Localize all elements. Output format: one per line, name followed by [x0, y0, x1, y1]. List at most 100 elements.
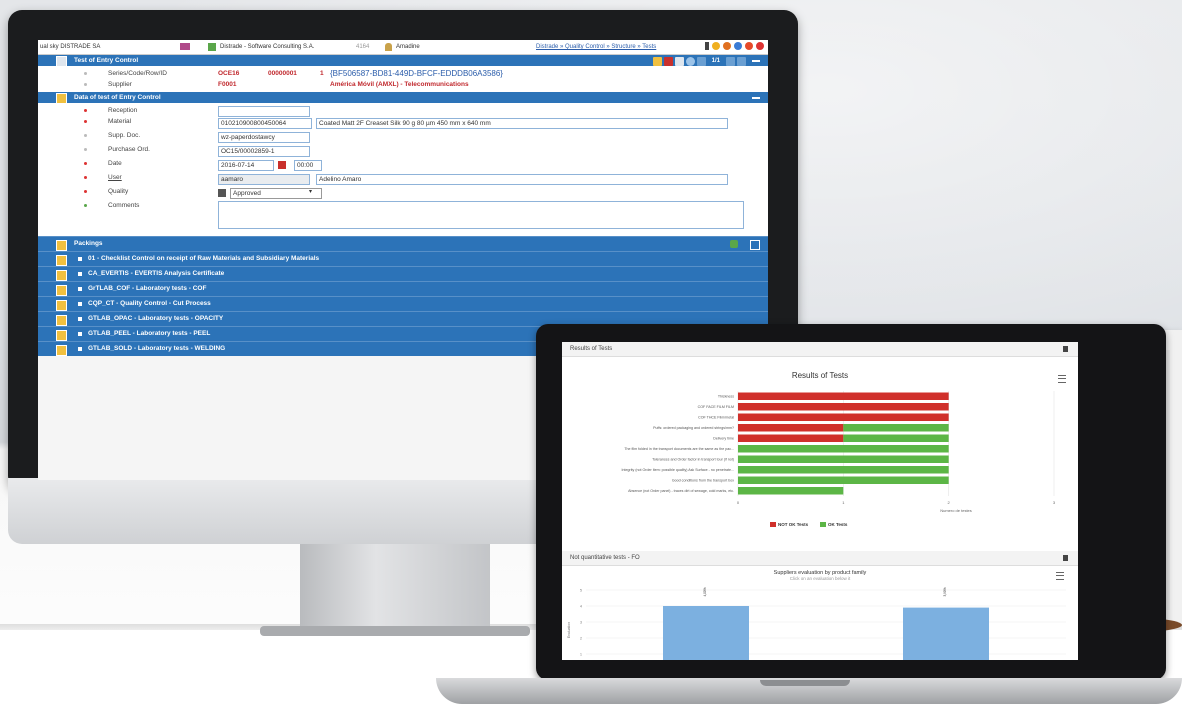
expand-icon[interactable] — [78, 257, 82, 261]
bar-data-label: 3,90% — [943, 587, 947, 596]
refresh-icon[interactable] — [685, 57, 695, 66]
comments-textarea[interactable] — [218, 201, 744, 229]
entry-control-header: Test of Entry Control 1/1 — [38, 55, 768, 67]
y-category-label: Integrity (not Order Item: possible qual… — [622, 468, 734, 472]
packing-item[interactable]: CQP_CT - Quality Control - Cut Process — [38, 296, 768, 311]
series-code: OCE16 — [218, 70, 240, 77]
mail-icon[interactable] — [180, 43, 190, 50]
user-name[interactable]: Amadine — [396, 40, 420, 54]
reception-label: Reception — [108, 107, 138, 114]
x-axis-title: Numero de testes — [940, 508, 972, 513]
expand-icon[interactable] — [78, 332, 82, 336]
legend-swatch-ok — [820, 522, 826, 527]
laptop-notch — [760, 680, 850, 686]
breadcrumb[interactable]: Distrade » Quality Control » Structure »… — [536, 40, 656, 54]
expand-icon[interactable] — [78, 287, 82, 291]
packing-item[interactable]: 01 - Checklist Control on receipt of Raw… — [38, 251, 768, 266]
x-tick-label: 1 — [842, 500, 845, 505]
y-tick-label: 2 — [580, 637, 582, 641]
y-axis-title: Evaluation — [567, 622, 571, 638]
star-icon[interactable] — [712, 42, 720, 50]
results-chart-area: Results of Tests 0 1 2 3 Thickness COF FACE F… — [562, 357, 1078, 537]
user-link[interactable]: User — [108, 172, 122, 183]
bar-ok — [738, 487, 844, 495]
bar-not-ok — [738, 434, 844, 442]
packing-item[interactable]: CA_EVERTIS - EVERTIS Analysis Certificat… — [38, 266, 768, 281]
folder-icon — [56, 255, 67, 266]
folder-icon — [56, 315, 67, 326]
quality-icon — [218, 189, 226, 197]
logout-icon[interactable] — [756, 42, 764, 50]
evaluation-bar-chart: 012345Evaluation4,00%Lonas Bolos3,90%Tes… — [567, 587, 1066, 660]
y-category-label: Absence (not Order panel) - traces dirt … — [628, 489, 734, 493]
expand-icon[interactable] — [78, 272, 82, 276]
last-icon[interactable] — [737, 57, 746, 66]
comments-label: Comments — [108, 202, 140, 209]
add-icon[interactable] — [730, 240, 738, 248]
pin-icon[interactable] — [1063, 555, 1068, 561]
user-input[interactable]: aamaro — [218, 174, 310, 185]
x-tick-label: 2 — [948, 500, 951, 505]
expand-icon[interactable] — [78, 317, 82, 321]
y-tick-label: 3 — [580, 621, 582, 625]
chevron-down-icon[interactable]: ▾ — [309, 187, 312, 198]
pin-icon[interactable] — [1063, 346, 1068, 352]
data-test-form: Reception Material 010210900800450064 Co… — [38, 103, 768, 236]
y-tick-label: 4 — [580, 605, 582, 609]
collapse-icon[interactable] — [752, 60, 760, 62]
material-description-input[interactable]: Coated Matt 2F Creaset Silk 90 g 80 µm 4… — [316, 118, 728, 129]
company-name: ual sky DISTRADE SA — [40, 44, 101, 50]
first-icon[interactable] — [696, 57, 706, 66]
series-row: 1 — [320, 70, 324, 77]
legend-swatch-not-ok — [770, 522, 776, 527]
bar-ok — [738, 466, 949, 474]
packings-header: Packings — [38, 236, 768, 251]
next-icon[interactable] — [726, 57, 735, 66]
packing-item[interactable]: GrTLAB_COF - Laboratory tests - COF — [38, 281, 768, 296]
supplier-label: Supplier — [108, 81, 132, 88]
calendar-icon[interactable] — [278, 161, 286, 169]
print-icon[interactable] — [674, 57, 684, 66]
collapse-icon[interactable] — [752, 97, 760, 99]
pdf-icon[interactable] — [663, 57, 673, 66]
bar-ok — [738, 445, 949, 453]
purchase-order-input[interactable]: OC15/00002859-1 — [218, 146, 310, 157]
y-category-label: Puffs: ordered packaging and ordered str… — [653, 426, 734, 430]
help-icon[interactable] — [745, 42, 753, 50]
quality-label: Quality — [108, 188, 129, 195]
packing-item-label: GTLAB_PEEL - Laboratory tests - PEEL — [88, 330, 211, 337]
imac-stand — [300, 544, 490, 634]
y-category-label: COF THCE Film/metal — [698, 416, 734, 420]
session-code: 4164 — [356, 44, 370, 50]
evaluation-bar — [903, 607, 989, 660]
chart-menu-icon[interactable] — [1058, 375, 1066, 383]
series-guid: {BF506587-BD81-449D-BFCF-EDDDB06A3586} — [330, 69, 503, 78]
x-tick-label: 0 — [737, 500, 740, 505]
supp-doc-input[interactable]: wz-paperdostawcy — [218, 132, 310, 143]
y-tick-label: 1 — [580, 653, 582, 657]
maximize-icon[interactable] — [750, 240, 760, 250]
bar-not-ok — [738, 403, 949, 411]
chart-menu-icon[interactable] — [1056, 572, 1064, 580]
expand-icon[interactable] — [78, 302, 82, 306]
toolbar-icon[interactable] — [705, 42, 709, 50]
expand-icon[interactable] — [78, 347, 82, 351]
pager-label: 1/1 — [711, 58, 720, 64]
material-code-input[interactable]: 010210900800450064 — [218, 118, 312, 129]
company-select[interactable]: Distrade - Software Consulting S.A. — [220, 40, 314, 54]
packing-item-label: GrTLAB_COF - Laboratory tests - COF — [88, 285, 207, 292]
chart-title: Suppliers evaluation by product family — [773, 570, 867, 576]
laptop-screen: Results of Tests Results of Tests 0 1 2 3 Th… — [562, 342, 1078, 660]
bar-ok — [843, 424, 949, 432]
chart-title: Results of Tests — [791, 371, 849, 380]
globe-icon[interactable] — [734, 42, 742, 50]
y-category-label: Good conditions from the transport box — [672, 479, 734, 483]
time-input[interactable]: 00:00 — [294, 160, 322, 171]
sync-icon[interactable] — [723, 42, 731, 50]
user-icon — [385, 43, 392, 51]
edit-icon[interactable] — [652, 57, 662, 66]
supplier-name: América Móvil (AMXL) - Telecommunication… — [330, 81, 469, 88]
evaluation-chart-area: Suppliers evaluation by product family C… — [562, 566, 1078, 660]
date-input[interactable]: 2016-07-14 — [218, 160, 274, 171]
user-name-input[interactable]: Adelino Amaro — [316, 174, 728, 185]
